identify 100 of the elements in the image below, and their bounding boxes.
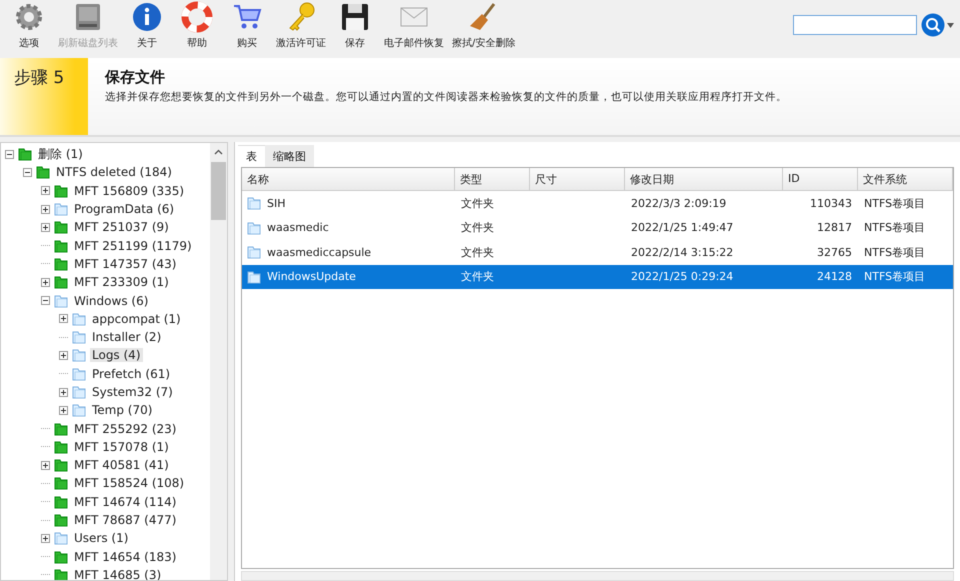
expand-icon[interactable]	[41, 278, 50, 287]
tree-item[interactable]: MFT 78687 (477)	[72, 513, 178, 528]
caret-icon	[947, 22, 954, 28]
step-title: 保存文件	[105, 68, 166, 87]
tree-item[interactable]: MFT 157078 (1)	[72, 440, 171, 454]
tree-item[interactable]: Prefetch (61)	[90, 366, 172, 381]
folder-icon	[35, 164, 51, 180]
tree-item[interactable]: MFT 156809 (335)	[72, 184, 186, 198]
file-row[interactable]: waasmedic 文件夹 2022/1/25 1:49:47 12817 NTFS卷项目	[242, 216, 953, 240]
file-row[interactable]: WindowsUpdate 文件夹 2022/1/25 0:29:24 24128 NTFS卷项目	[242, 264, 953, 289]
table-cell-text: NTFS卷项目	[863, 196, 926, 211]
tree-item[interactable]: MFT 40581 (41)	[72, 458, 171, 472]
folder-icon	[53, 530, 69, 546]
tree-item[interactable]: System32 (7)	[90, 385, 175, 399]
collapse-icon[interactable]	[41, 296, 50, 306]
expand-icon[interactable]	[59, 314, 68, 324]
toolbar-button[interactable]: 保存	[330, 1, 380, 50]
tree-item[interactable]: Temp (70)	[90, 403, 154, 418]
column-header[interactable]: 名称	[242, 168, 455, 191]
folder-icon	[246, 268, 262, 285]
toolbar-button[interactable]: 帮助	[172, 1, 222, 50]
folder-icon	[53, 494, 69, 510]
expand-icon[interactable]	[41, 534, 50, 543]
expand-icon[interactable]	[59, 350, 68, 360]
expand-icon[interactable]	[41, 460, 50, 470]
expand-icon[interactable]	[41, 186, 50, 196]
folder-icon	[53, 292, 69, 309]
folder-icon	[71, 384, 87, 400]
step-label: 步骤 5	[14, 68, 64, 88]
column-header[interactable]: ID	[783, 168, 858, 191]
collapse-icon[interactable]	[23, 168, 32, 177]
table-cell-text: 110343	[809, 196, 853, 210]
folder-icon	[53, 548, 69, 565]
toolbar-button[interactable]: 选项	[4, 1, 54, 50]
tree-item[interactable]: MFT 14654 (183)	[72, 550, 178, 564]
folder-icon	[53, 238, 69, 254]
collapse-icon[interactable]	[5, 150, 14, 159]
tree-item[interactable]: MFT 233309 (1)	[72, 275, 171, 290]
expand-icon[interactable]	[59, 406, 68, 415]
toolbar-button[interactable]: 电子邮件恢复	[380, 1, 448, 50]
search-button[interactable]	[921, 13, 954, 37]
tree-item[interactable]: Logs (4)	[90, 348, 142, 362]
tree-item[interactable]: Installer (2)	[90, 330, 164, 344]
table-cell-text: 24128	[816, 270, 853, 284]
table-cell-text: 文件夹	[460, 196, 495, 211]
table-cell-text: 2022/1/25 1:49:47	[630, 221, 734, 234]
file-row[interactable]: waasmediccapsule 文件夹 2022/2/14 3:15:22 32765 NTFS卷项目	[242, 240, 953, 264]
file-row[interactable]: SIH 文件夹 2022/3/3 2:09:19 110343 NTFS卷项目	[242, 191, 953, 216]
table-cell-text: 2022/1/25 0:29:24	[630, 270, 734, 284]
folder-icon	[53, 566, 69, 580]
table-cell-text: 2022/2/14 3:15:22	[630, 246, 734, 259]
column-header[interactable]: 修改日期	[625, 168, 783, 191]
tree-item[interactable]: MFT 14674 (114)	[72, 494, 178, 509]
tree-item[interactable]: MFT 147357 (43)	[72, 256, 178, 271]
info-icon	[131, 1, 163, 33]
tree-item[interactable]: Users (1)	[72, 531, 130, 546]
folder-icon	[53, 201, 69, 218]
folder-icon	[53, 438, 69, 455]
folder-icon	[53, 219, 69, 236]
table-cell-text: 32765	[816, 246, 853, 259]
table-cell-text: NTFS卷项目	[863, 269, 926, 284]
folder-icon	[53, 475, 69, 492]
toolbar-button[interactable]: 购买	[222, 1, 272, 50]
scrollbar[interactable]	[210, 143, 227, 580]
tree-item[interactable]: ProgramData (6)	[72, 202, 176, 216]
scroll-up-icon[interactable]	[214, 148, 223, 157]
view-tab[interactable]: 缩略图	[265, 145, 314, 167]
tree-item[interactable]: appcompat (1)	[90, 312, 183, 326]
table-cell-text: NTFS卷项目	[863, 244, 926, 260]
column-header[interactable]: 类型	[455, 168, 530, 191]
toolbar-button[interactable]: 激活许可证	[272, 1, 330, 50]
tree-item[interactable]: Windows (6)	[72, 294, 150, 308]
scrollbar[interactable]	[241, 571, 954, 581]
table-cell-text: 12817	[816, 221, 853, 234]
search-field[interactable]	[793, 15, 917, 35]
toolbar-button[interactable]: 擦拭/安全删除	[448, 1, 520, 50]
step-description: 选择并保存您想要恢复的文件到另外一个磁盘。您可以通过内置的文件阅读器来检验恢复的文件的质量，也可以使用关联应用程序打开文件。	[105, 90, 787, 104]
folder-icon	[246, 220, 262, 236]
tree-item[interactable]: MFT 251199 (1179)	[72, 238, 194, 253]
folder-icon	[246, 195, 262, 212]
column-header[interactable]: 文件系统	[858, 168, 953, 191]
tree-item[interactable]: NTFS deleted (184)	[54, 165, 174, 180]
expand-icon[interactable]	[59, 388, 68, 396]
folder-icon	[71, 310, 87, 327]
expand-icon[interactable]	[41, 204, 50, 214]
tree-item[interactable]: 删除 (1)	[36, 146, 85, 163]
folder-icon	[246, 244, 262, 260]
table-cell-text: 文件夹	[460, 244, 495, 260]
folder-icon	[71, 329, 87, 346]
tree-item[interactable]: MFT 158524 (108)	[72, 476, 186, 490]
folder-icon	[71, 402, 87, 418]
toolbar-button[interactable]: 关于	[122, 1, 172, 50]
tree-item[interactable]: MFT 251037 (9)	[72, 220, 171, 234]
expand-icon[interactable]	[41, 222, 50, 232]
scrollbar-thumb[interactable]	[211, 162, 226, 220]
folder-icon	[53, 274, 69, 290]
tree-item[interactable]: MFT 255292 (23)	[72, 422, 178, 436]
folder-icon	[53, 420, 69, 437]
table-cell-text: 文件夹	[460, 220, 495, 236]
column-header[interactable]: 尺寸	[530, 168, 625, 191]
